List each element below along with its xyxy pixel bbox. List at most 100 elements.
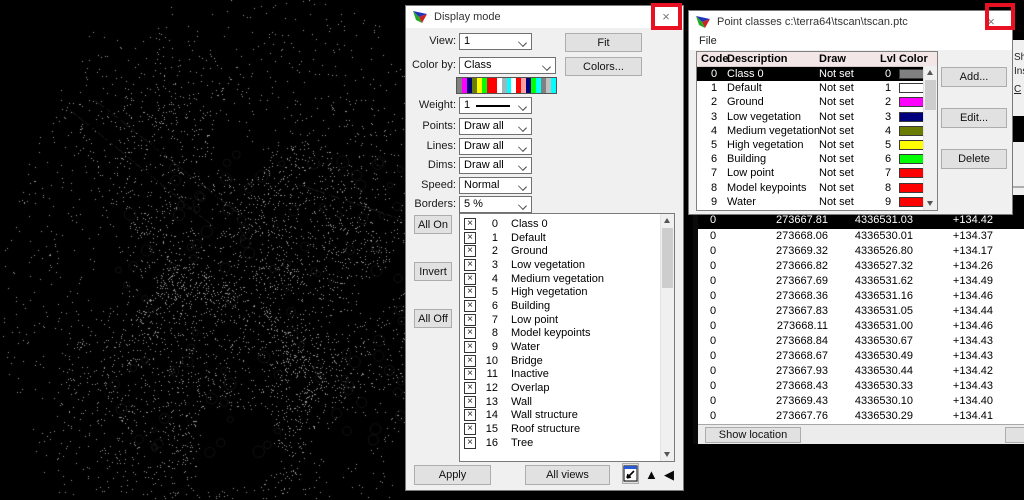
class-list-item[interactable]: 5 High vegetation	[460, 285, 674, 299]
table-row[interactable]: 0 273668.84 4336530.67 +134.43	[698, 334, 1024, 349]
checkbox-checked-icon[interactable]	[464, 382, 476, 394]
class-list-item[interactable]: 16 Tree	[460, 436, 674, 450]
table-row[interactable]: 0 273668.67 4336530.49 +134.43	[698, 349, 1024, 364]
all-on-button[interactable]: All On	[414, 215, 452, 234]
class-row[interactable]: 7 Low point Not set 7	[697, 166, 937, 180]
table-row[interactable]: 0 273667.76 4336530.29 +134.41	[698, 409, 1024, 424]
menu-file[interactable]: File	[699, 33, 717, 50]
table-row[interactable]: 0 273668.06 4336530.01 +134.37	[698, 229, 1024, 244]
checkbox-checked-icon[interactable]	[464, 232, 476, 244]
weight-label: Weight:	[406, 97, 456, 114]
up-triangle-icon[interactable]: ▲	[645, 465, 658, 485]
class-list-item[interactable]: 14 Wall structure	[460, 409, 674, 423]
show-location-button[interactable]: Show location	[705, 427, 801, 443]
point-list: 0 273668.06 4336530.01 +134.37 0 273669.…	[698, 229, 1024, 424]
scroll-thumb[interactable]	[925, 80, 936, 110]
class-list-item[interactable]: 0 Class 0	[460, 217, 674, 231]
table-row[interactable]: 0 273668.36 4336531.16 +134.46	[698, 289, 1024, 304]
class-row[interactable]: 5 High vegetation Not set 5	[697, 138, 937, 152]
class-list-item[interactable]: 15 Roof structure	[460, 422, 674, 436]
table-row-selected[interactable]: 0 273667.81 4336531.03 +134.42	[698, 215, 1024, 229]
all-views-button[interactable]: All views	[525, 465, 610, 485]
table-row[interactable]: 0 273666.82 4336527.32 +134.26	[698, 259, 1024, 274]
table-row[interactable]: 0 273668.43 4336530.33 +134.43	[698, 379, 1024, 394]
dims-select[interactable]: Draw all	[459, 157, 532, 174]
checkbox-checked-icon[interactable]	[464, 273, 476, 285]
speed-select[interactable]: Normal	[459, 177, 532, 194]
view-select[interactable]: 1	[459, 33, 532, 50]
class-row[interactable]: 2 Ground Not set 2	[697, 95, 937, 109]
class-list-item[interactable]: 12 Overlap	[460, 381, 674, 395]
chevron-down-icon	[542, 62, 551, 71]
class-list-item[interactable]: 7 Low point	[460, 313, 674, 327]
class-row[interactable]: 6 Building Not set 6	[697, 152, 937, 166]
class-visibility-list: 0 Class 0 1 Default 2 Ground	[459, 213, 675, 462]
color-by-select[interactable]: Class	[459, 57, 556, 74]
scroll-down-icon[interactable]	[924, 197, 937, 210]
class-list-item[interactable]: 3 Low vegetation	[460, 258, 674, 272]
table-row[interactable]: 0 273668.11 4336531.00 +134.46	[698, 319, 1024, 334]
class-row[interactable]: 1 Default Not set 1	[697, 81, 937, 95]
checkbox-checked-icon[interactable]	[464, 245, 476, 257]
apply-button[interactable]: Apply	[414, 465, 491, 485]
scroll-down-icon[interactable]	[661, 448, 674, 461]
class-list-item[interactable]: 8 Model keypoints	[460, 327, 674, 341]
weight-select[interactable]: 1	[459, 97, 532, 114]
scroll-up-icon[interactable]	[661, 214, 674, 227]
delete-button[interactable]: Delete	[941, 149, 1007, 169]
checkbox-checked-icon[interactable]	[464, 341, 476, 353]
checkbox-checked-icon[interactable]	[464, 437, 476, 449]
points-select[interactable]: Draw all	[459, 118, 532, 135]
table-row[interactable]: 0 273669.43 4336530.10 +134.40	[698, 394, 1024, 409]
table-row[interactable]: 0 273667.83 4336531.05 +134.44	[698, 304, 1024, 319]
class-row[interactable]: 8 Model keypoints Not set 8	[697, 181, 937, 195]
class-list-item[interactable]: 6 Building	[460, 299, 674, 313]
classes-table: Code Description Draw Lvl Color 0 Class …	[696, 51, 938, 211]
class-row-selected[interactable]: 0 Class 0 Not set 0	[697, 67, 926, 81]
left-triangle-icon[interactable]: ◀	[664, 465, 674, 485]
edit-button[interactable]: Edit...	[941, 108, 1007, 128]
point-cloud-view[interactable]	[0, 0, 410, 500]
display-mode-titlebar[interactable]: Display mode ×	[406, 6, 683, 28]
point-classes-titlebar[interactable]: Point classes c:\terra64\tscan\tscan.ptc…	[689, 11, 1012, 33]
class-list-item[interactable]: 1 Default	[460, 231, 674, 245]
checkbox-checked-icon[interactable]	[464, 368, 476, 380]
class-list-scrollbar[interactable]	[660, 214, 674, 461]
partial-button[interactable]	[1005, 427, 1024, 443]
dock-window-icon[interactable]	[622, 463, 639, 484]
class-row[interactable]: 3 Low vegetation Not set 3	[697, 110, 937, 124]
table-row[interactable]: 0 273667.69 4336531.62 +134.49	[698, 274, 1024, 289]
colors-button[interactable]: Colors...	[565, 57, 642, 76]
checkbox-checked-icon[interactable]	[464, 409, 476, 421]
class-list-item[interactable]: 4 Medium vegetation	[460, 272, 674, 286]
class-color-swatch	[899, 97, 925, 107]
all-off-button[interactable]: All Off	[414, 309, 452, 328]
invert-button[interactable]: Invert	[414, 262, 452, 281]
chevron-down-icon	[518, 182, 527, 191]
class-list-item[interactable]: 9 Water	[460, 340, 674, 354]
checkbox-checked-icon[interactable]	[464, 355, 476, 367]
checkbox-checked-icon[interactable]	[464, 396, 476, 408]
lines-select[interactable]: Draw all	[459, 138, 532, 155]
class-list-item[interactable]: 11 Inactive	[460, 368, 674, 382]
class-list-item[interactable]: 2 Ground	[460, 244, 674, 258]
class-list-item[interactable]: 10 Bridge	[460, 354, 674, 368]
class-list-item[interactable]: 13 Wall	[460, 395, 674, 409]
fit-button[interactable]: Fit	[565, 33, 642, 52]
class-row[interactable]: 9 Water Not set 9	[697, 195, 937, 209]
checkbox-checked-icon[interactable]	[464, 314, 476, 326]
scroll-up-icon[interactable]	[924, 66, 937, 79]
classes-scrollbar[interactable]	[923, 66, 937, 210]
add-button[interactable]: Add...	[941, 67, 1007, 87]
checkbox-checked-icon[interactable]	[464, 300, 476, 312]
table-row[interactable]: 0 273667.93 4336530.44 +134.42	[698, 364, 1024, 379]
checkbox-checked-icon[interactable]	[464, 423, 476, 435]
checkbox-checked-icon[interactable]	[464, 327, 476, 339]
scroll-thumb[interactable]	[662, 228, 673, 288]
checkbox-checked-icon[interactable]	[464, 218, 476, 230]
checkbox-checked-icon[interactable]	[464, 259, 476, 271]
checkbox-checked-icon[interactable]	[464, 286, 476, 298]
table-row[interactable]: 0 273669.32 4336526.80 +134.17	[698, 244, 1024, 259]
class-row[interactable]: 4 Medium vegetation Not set 4	[697, 124, 937, 138]
borders-select[interactable]: 5 %	[459, 196, 532, 213]
